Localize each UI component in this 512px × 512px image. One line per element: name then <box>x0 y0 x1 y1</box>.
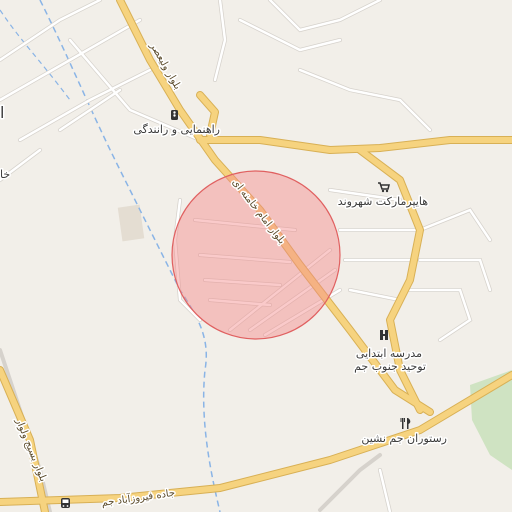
poi-label-school-line1: مدرسه ابتدایی <box>356 347 422 360</box>
poi-label-driving-school: راهنمایی و رانندگی <box>133 123 220 136</box>
search-radius-circle[interactable] <box>171 170 341 340</box>
edge-label-2: ا <box>0 103 4 122</box>
map-view[interactable]: بلوار امام خامنه ای بلوار ولیعصر جاده فی… <box>0 0 512 512</box>
poi-label-school-line2: توحید جنوب جم <box>354 360 426 373</box>
poi-label-restaurant: رستوران جم نشین <box>361 432 447 445</box>
poi-label-hypermarket: هایپرمارکت شهروند <box>338 195 428 208</box>
edge-label-1: خا <box>0 168 10 181</box>
traffic-icon <box>171 110 178 120</box>
bus-icon[interactable] <box>61 498 70 508</box>
map-canvas[interactable]: بلوار امام خامنه ای بلوار ولیعصر جاده فی… <box>0 0 512 512</box>
